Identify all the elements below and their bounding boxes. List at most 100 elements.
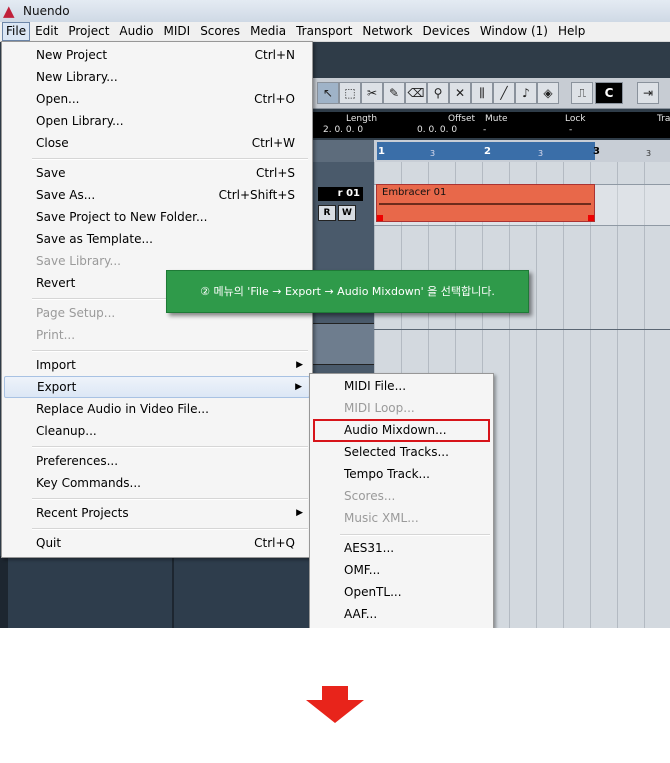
fade-in-handle[interactable] xyxy=(377,215,383,221)
file-export[interactable]: Export ▶ xyxy=(4,376,310,398)
color-tool-icon[interactable]: ◈ xyxy=(537,82,559,104)
file-recent-projects[interactable]: Recent Projects ▶ xyxy=(4,503,310,523)
length-value[interactable]: 0. 0. 0. 0 xyxy=(417,125,457,135)
file-replace-audio-in-video[interactable]: Replace Audio in Video File... xyxy=(4,399,310,419)
menu-item-label: Selected Tracks... xyxy=(344,445,449,459)
ruler-mark: 3 xyxy=(430,149,436,158)
shortcut-label: Ctrl+O xyxy=(254,92,295,106)
menu-item-label: Page Setup... xyxy=(36,306,116,320)
mute-tool-icon[interactable]: ✕ xyxy=(449,82,471,104)
menu-item-label: Quit xyxy=(36,536,62,550)
menu-item-label: New Project xyxy=(36,48,108,62)
menu-separator xyxy=(32,158,308,160)
menu-item-label: Tempo Track... xyxy=(344,467,430,481)
export-midi-loop: MIDI Loop... xyxy=(312,398,491,418)
file-quit[interactable]: Quit Ctrl+Q xyxy=(4,533,310,553)
autoscroll-icon[interactable]: ⇥ xyxy=(637,82,659,104)
menu-scores[interactable]: Scores xyxy=(195,23,245,40)
menu-item-label: MIDI Loop... xyxy=(344,401,415,415)
pencil-tool-icon[interactable]: ✎ xyxy=(383,82,405,104)
menu-help[interactable]: Help xyxy=(553,23,590,40)
menu-file[interactable]: File xyxy=(2,22,31,41)
menu-separator xyxy=(32,446,308,448)
read-button[interactable]: R xyxy=(318,205,336,221)
file-save-as-template[interactable]: Save as Template... xyxy=(4,229,310,249)
menu-item-label: Cleanup... xyxy=(36,424,97,438)
menu-item-label: AES31... xyxy=(344,541,395,555)
export-omf[interactable]: OMF... xyxy=(312,560,491,580)
file-import[interactable]: Import ▶ xyxy=(4,355,310,375)
file-save-project-to-new-folder[interactable]: Save Project to New Folder... xyxy=(4,207,310,227)
audio-event[interactable]: Embracer 01 xyxy=(376,184,595,222)
panel-splitter[interactable] xyxy=(172,556,174,628)
mute-label: Mute xyxy=(485,114,508,124)
file-open[interactable]: Open... Ctrl+O xyxy=(4,89,310,109)
ruler-mark: 3 xyxy=(593,146,600,157)
menu-media[interactable]: Media xyxy=(245,23,291,40)
export-aaf[interactable]: AAF... xyxy=(312,604,491,624)
file-new-library[interactable]: New Library... xyxy=(4,67,310,87)
file-open-library[interactable]: Open Library... xyxy=(4,111,310,131)
menu-network[interactable]: Network xyxy=(357,23,417,40)
object-selection-tool-icon[interactable]: ↖ xyxy=(317,82,339,104)
export-aes31[interactable]: AES31... xyxy=(312,538,491,558)
menu-project[interactable]: Project xyxy=(63,23,114,40)
lane-divider xyxy=(374,329,670,330)
menu-edit[interactable]: Edit xyxy=(30,23,63,40)
ruler-mark: 3 xyxy=(646,149,652,158)
time-warp-tool-icon[interactable]: ⫼ xyxy=(471,82,493,104)
audio-track[interactable] xyxy=(313,323,374,365)
export-audio-mixdown[interactable]: Audio Mixdown... xyxy=(313,419,490,442)
export-tempo-track[interactable]: Tempo Track... xyxy=(312,464,491,484)
file-save-as[interactable]: Save As... Ctrl+Shift+S xyxy=(4,185,310,205)
quantize-selector[interactable]: C xyxy=(595,82,623,104)
track-name[interactable]: r 01 xyxy=(318,187,363,201)
title-bar: ▲ Nuendo xyxy=(0,0,670,22)
menu-item-label: AAF... xyxy=(344,607,378,621)
ruler-mark: 3 xyxy=(538,149,544,158)
write-button[interactable]: W xyxy=(338,205,356,221)
speaker-tool-icon[interactable]: ♪ xyxy=(515,82,537,104)
menu-item-label: Key Commands... xyxy=(36,476,141,490)
submenu-arrow-icon: ▶ xyxy=(295,382,302,392)
mute-value[interactable]: - xyxy=(483,125,486,135)
menu-item-label: MIDI File... xyxy=(344,379,407,393)
menu-window[interactable]: Window (1) xyxy=(475,23,553,40)
file-close[interactable]: Close Ctrl+W xyxy=(4,133,310,153)
file-preferences[interactable]: Preferences... xyxy=(4,451,310,471)
zoom-tool-icon[interactable]: ⚲ xyxy=(427,82,449,104)
menu-item-label: Save xyxy=(36,166,66,180)
menu-transport[interactable]: Transport xyxy=(291,23,357,40)
offset-label: Offset xyxy=(448,114,476,124)
file-new-project[interactable]: New Project Ctrl+N xyxy=(4,45,310,65)
menu-audio[interactable]: Audio xyxy=(114,23,158,40)
lower-panel xyxy=(0,556,313,628)
menu-item-label: New Library... xyxy=(36,70,118,84)
waveform xyxy=(379,203,591,205)
range-selection-tool-icon[interactable]: ⬚ xyxy=(339,82,361,104)
file-save[interactable]: Save Ctrl+S xyxy=(4,163,310,183)
eraser-tool-icon[interactable]: ⌫ xyxy=(405,82,427,104)
menu-item-label: Export xyxy=(37,380,77,394)
audio-event-name: Embracer 01 xyxy=(382,187,447,198)
lock-value[interactable]: - xyxy=(569,125,572,135)
export-midi-file[interactable]: MIDI File... xyxy=(312,376,491,396)
export-opentl[interactable]: OpenTL... xyxy=(312,582,491,602)
tr-label: Tra xyxy=(657,114,670,124)
length-label: Length xyxy=(346,114,378,124)
menu-item-label: OpenTL... xyxy=(344,585,402,599)
snap-icon[interactable]: ⎍ xyxy=(571,82,593,104)
file-cleanup[interactable]: Cleanup... xyxy=(4,421,310,441)
menu-midi[interactable]: MIDI xyxy=(159,23,196,40)
menu-bar: File Edit Project Audio MIDI Scores Medi… xyxy=(0,22,670,42)
export-selected-tracks[interactable]: Selected Tracks... xyxy=(312,442,491,462)
line-tool-icon[interactable]: ╱ xyxy=(493,82,515,104)
menu-devices[interactable]: Devices xyxy=(418,23,475,40)
menu-separator xyxy=(340,534,490,536)
start-value[interactable]: 2. 0. 0. 0 xyxy=(323,125,363,135)
file-key-commands[interactable]: Key Commands... xyxy=(4,473,310,493)
split-tool-icon[interactable]: ✂ xyxy=(361,82,383,104)
fade-out-handle[interactable] xyxy=(588,215,594,221)
track-list-header xyxy=(313,140,374,162)
timeline-ruler[interactable]: 1 3 2 3 3 3 xyxy=(374,140,670,163)
